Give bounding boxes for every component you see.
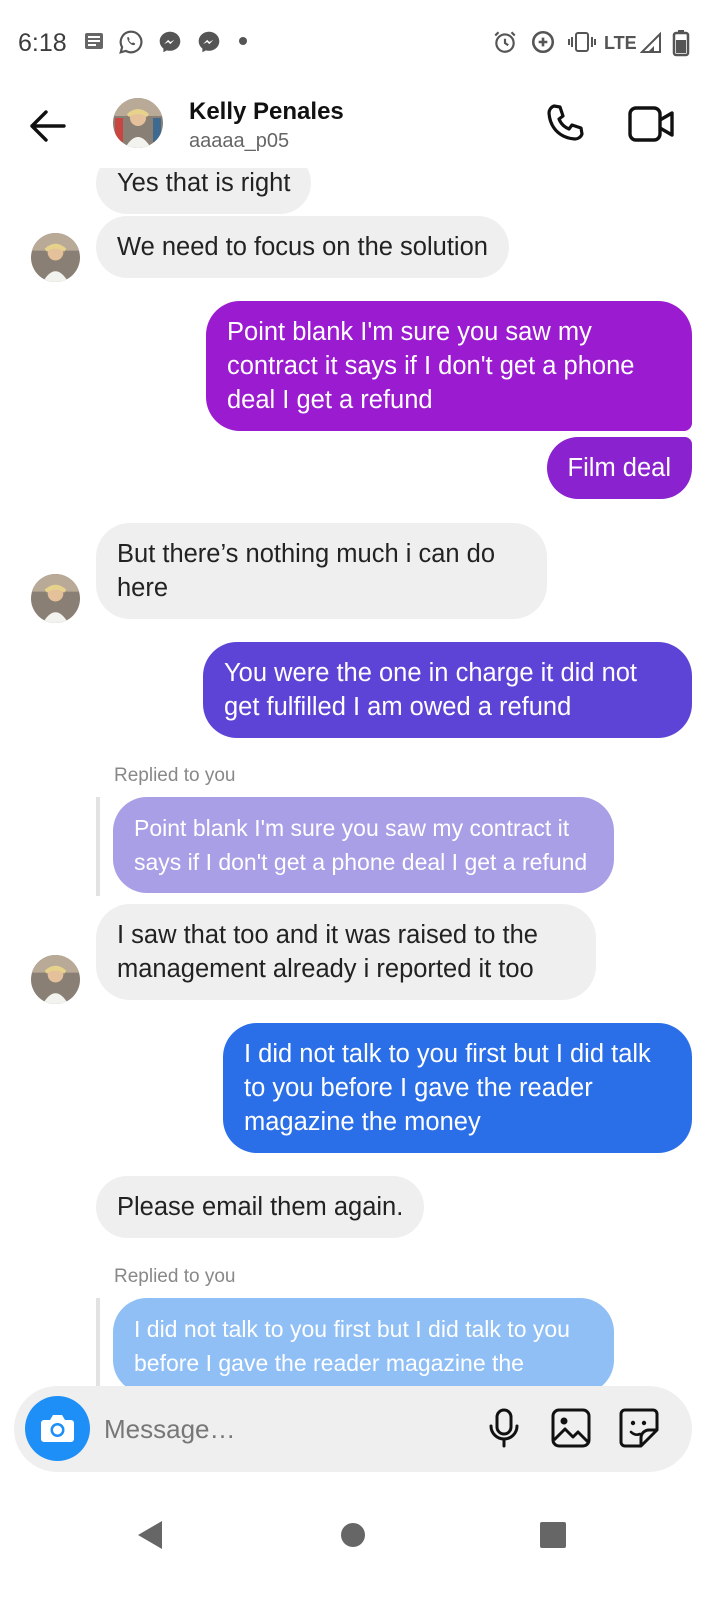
home-circle-icon[interactable]: [328, 1510, 378, 1560]
quoted-message[interactable]: Point blank I'm sure you saw my contract…: [113, 797, 614, 893]
news-icon: [85, 33, 103, 49]
sender-avatar[interactable]: [31, 233, 80, 282]
message-incoming[interactable]: We need to focus on the solution: [96, 216, 509, 278]
status-time: 6:18: [18, 29, 67, 57]
network-type: LTE: [604, 33, 637, 53]
messenger-icon: [198, 31, 220, 53]
back-triangle-icon[interactable]: [126, 1510, 176, 1560]
sender-avatar[interactable]: [31, 955, 80, 1004]
microphone-icon[interactable]: [482, 1406, 526, 1450]
message-outgoing[interactable]: I did not talk to you first but I did ta…: [223, 1023, 692, 1153]
gallery-icon[interactable]: [549, 1406, 593, 1450]
message-incoming[interactable]: I saw that too and it was raised to the …: [96, 904, 596, 1000]
data-saver-icon: [531, 30, 555, 54]
message-incoming[interactable]: Please email them again.: [96, 1176, 425, 1238]
message-list[interactable]: Yes that is right We need to focus on th…: [0, 168, 720, 1386]
sender-avatar[interactable]: [31, 574, 80, 623]
message-outgoing[interactable]: Point blank I'm sure you saw my contract…: [206, 301, 692, 431]
message-composer: [14, 1386, 692, 1472]
system-navigation-bar: [0, 1480, 720, 1600]
sticker-icon[interactable]: [617, 1406, 661, 1450]
messenger-icon: [159, 31, 181, 53]
dot-icon: [239, 37, 247, 45]
phone-icon[interactable]: [540, 100, 588, 148]
reply-indicator: [96, 1298, 100, 1386]
message-input[interactable]: [104, 1406, 464, 1452]
alarm-icon: [494, 31, 516, 53]
message-outgoing[interactable]: You were the one in charge it did not ge…: [203, 642, 692, 738]
back-arrow-icon[interactable]: [24, 102, 72, 150]
camera-icon: [41, 1415, 74, 1442]
message-outgoing[interactable]: Film deal: [546, 437, 692, 499]
recents-square-icon[interactable]: [528, 1510, 578, 1560]
contact-handle: aaaaa_p05: [189, 130, 290, 152]
signal-icon: [640, 31, 661, 53]
vibrate-icon: [568, 32, 596, 52]
reply-indicator: [96, 797, 100, 896]
camera-button[interactable]: [25, 1396, 90, 1461]
message-incoming[interactable]: Yes that is right: [96, 168, 312, 214]
quoted-message[interactable]: I did not talk to you first but I did ta…: [113, 1298, 614, 1386]
status-bar: 6:18 LTE: [0, 0, 720, 84]
contact-avatar[interactable]: [113, 98, 163, 148]
replied-label: Replied to you: [114, 765, 236, 786]
battery-icon: [672, 30, 690, 57]
conversation-header: Kelly Penales aaaaa_p05: [0, 84, 720, 168]
whatsapp-icon: [119, 30, 143, 54]
replied-label: Replied to you: [114, 1266, 236, 1287]
message-incoming[interactable]: But there’s nothing much i can do here: [96, 523, 547, 619]
contact-name[interactable]: Kelly Penales: [189, 98, 344, 126]
video-icon[interactable]: [626, 100, 676, 148]
